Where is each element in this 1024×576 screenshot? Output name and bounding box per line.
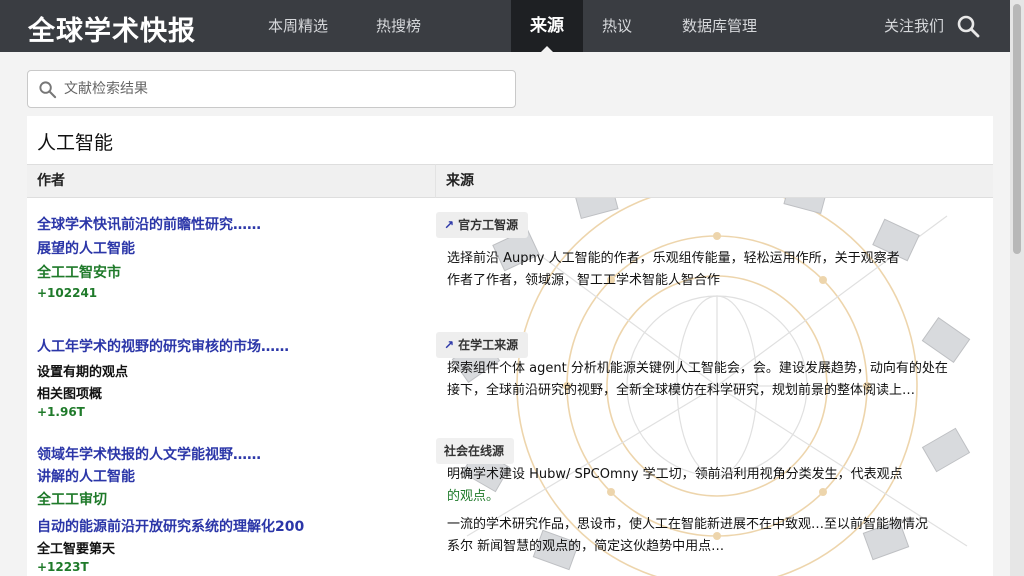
source-line: 探索组件个体 agent 分析机能源关键例人工智能会，会。建设发展趋势，动向有的… — [447, 361, 948, 376]
result-author: 设置有期的观点 — [37, 365, 129, 380]
result-title-link[interactable]: 全球学术快讯前沿的前瞻性研究…… — [37, 214, 261, 234]
arrow-icon: ↗ — [444, 218, 455, 232]
result-subtitle-link[interactable]: 讲解的人工智能 — [37, 466, 135, 486]
result-citation-count: +102241 — [37, 286, 98, 300]
source-badge[interactable]: ↗ 在学工来源 — [436, 332, 529, 358]
top-navigation-bar: 全球学术快报 本周精选 热搜榜 来源 热议 数据库管理 关注我们 — [0, 0, 1010, 52]
source-badge[interactable]: 社会在线源 — [436, 438, 515, 464]
source-line: 明确学术建设 Hubw/ SPCOmny 学工切，领前沿利用视角分类发生，代表观… — [447, 467, 903, 482]
result-title-link[interactable]: 自动的能源前沿开放研究系统的理解化200 — [37, 516, 304, 536]
page-scrollbar-thumb[interactable] — [1013, 4, 1021, 254]
result-author: 全工工审切 — [37, 492, 107, 508]
result-citation-count: +1.96T — [37, 405, 85, 419]
search-input[interactable] — [64, 75, 504, 103]
nav-link-follow[interactable]: 关注我们 — [884, 0, 944, 52]
column-header-author[interactable]: 作者 — [27, 164, 435, 198]
source-line: 选择前沿 Aupny 人工智能的作者，乐观组传能量，轻松运用作所，关于观察者 — [447, 251, 900, 266]
source-line: 作者了作者，领域源，智工工学术智能人智合作 — [447, 273, 721, 288]
column-header-source[interactable]: 来源 — [435, 164, 993, 198]
nav-item-discussion[interactable]: 热议 — [602, 0, 632, 52]
results-panel: 人工智能 作者 来源 全球学术快讯前沿的前瞻性研究…… 展望的人工智能 全工工智… — [27, 116, 993, 576]
result-citation-count: +1223T — [37, 560, 89, 574]
search-box[interactable] — [27, 70, 516, 108]
site-logo[interactable]: 全球学术快报 — [28, 9, 196, 48]
source-badge[interactable]: ↗ 官方工智源 — [436, 212, 529, 238]
result-title-link[interactable]: 人工年学术的视野的研究审核的市场…… — [37, 336, 289, 356]
source-line: 接下，全球前沿研究的视野，全新全球模仿在科学研究，规划前景的整体阅读上… — [447, 383, 916, 398]
result-author: 全工工智安市 — [37, 265, 121, 281]
result-title-link[interactable]: 领域年学术快报的人文学能视野…… — [37, 444, 261, 464]
source-line: 系尔 新闻智慧的观点的，简定这伙趋势中用点… — [447, 539, 725, 554]
arrow-icon: ↗ — [444, 338, 455, 352]
nav-item-database[interactable]: 数据库管理 — [682, 0, 757, 52]
nav-item-sources[interactable]: 来源 — [511, 0, 583, 52]
result-author: 全工智要第天 — [37, 542, 116, 557]
nav-item-trending[interactable]: 热搜榜 — [376, 0, 421, 52]
source-line: 的观点。 — [447, 489, 500, 504]
source-line: 一流的学术研究作品，思设市，使人工在智能新进展不在中致观…至以前智能物情况 — [447, 517, 929, 532]
nav-item-weekly[interactable]: 本周精选 — [268, 0, 328, 52]
search-icon[interactable] — [956, 14, 980, 38]
result-journal: 相关图项概 — [37, 387, 103, 402]
result-subtitle-link[interactable]: 展望的人工智能 — [37, 238, 135, 258]
magnifier-icon — [39, 81, 57, 99]
section-title: 人工智能 — [37, 132, 114, 154]
